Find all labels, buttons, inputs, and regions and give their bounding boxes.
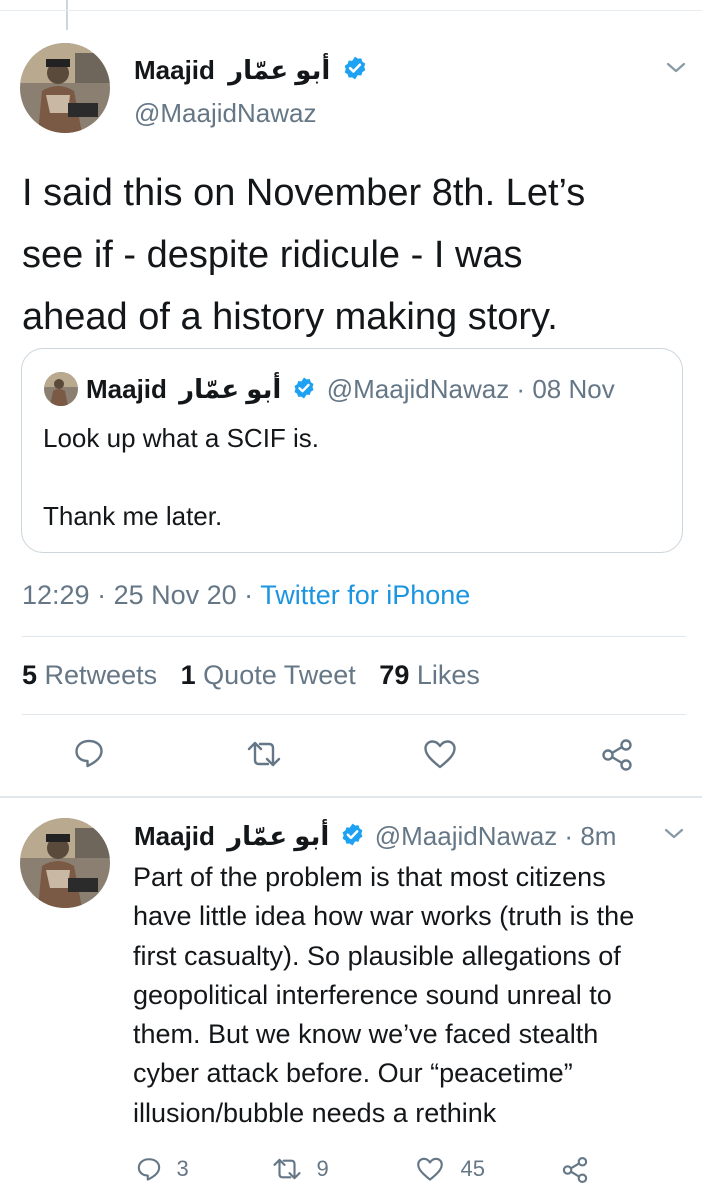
verified-badge-icon (340, 820, 365, 856)
likes-label: Likes (416, 660, 480, 690)
tweet-source-link[interactable]: Twitter for iPhone (260, 580, 470, 610)
reply-author-row[interactable]: Maajid أبو عمّار @MaajidNawaz · 8m (134, 818, 616, 856)
avatar[interactable] (20, 43, 110, 133)
verified-badge-icon (292, 374, 316, 408)
like-icon[interactable] (423, 738, 457, 770)
reply-action-like[interactable]: 45 (416, 1156, 485, 1186)
retweet-icon[interactable] (246, 740, 282, 768)
retweet-icon (272, 1157, 302, 1181)
retweets-count: 5 (22, 660, 38, 690)
reply-icon (136, 1156, 162, 1182)
retweets-stat[interactable]: 5 Retweets (22, 660, 165, 690)
reply-text-line: have little idea how war works (truth is… (133, 901, 635, 932)
tweet-text-line: see if - despite ridicule - I was (22, 234, 523, 276)
reply-text-line: cyber attack before. Our “peacetime” (133, 1058, 573, 1089)
reply-text-line: illusion/bubble needs a rethink (133, 1097, 497, 1128)
divider (22, 636, 686, 637)
reply-text: Part of the problem is that most citizen… (133, 858, 634, 1133)
quoted-author-row: Maajid أبو عمّار @MaajidNawaz · 08 Nov (86, 372, 615, 408)
tweet-text: I said this on November 8th. Let’s see i… (22, 162, 585, 348)
author-name: Maajid (134, 55, 215, 85)
like-count: 45 (460, 1156, 485, 1181)
likes-stat[interactable]: 79 Likes (379, 660, 480, 690)
section-divider (0, 796, 702, 798)
quoted-avatar (44, 372, 78, 406)
chevron-down-icon[interactable] (664, 58, 688, 78)
quoted-author-name-arabic: أبو عمّار (179, 374, 282, 404)
like-icon (416, 1156, 444, 1182)
share-icon[interactable] (600, 738, 634, 772)
verified-badge-icon (342, 54, 368, 90)
quote-tweets-stat[interactable]: 1 Quote Tweet (181, 660, 364, 690)
quote-tweets-label: Quote Tweet (203, 660, 356, 690)
reply-action-retweet[interactable]: 9 (272, 1156, 329, 1186)
reply-text-line: first casualty). So plausible allegation… (133, 940, 621, 971)
author-handle[interactable]: @MaajidNawaz (134, 96, 316, 130)
reply-text-line: Part of the problem is that most citizen… (133, 862, 606, 892)
retweets-label: Retweets (44, 660, 158, 690)
likes-count: 79 (379, 660, 410, 690)
tweet-text-line: I said this on November 8th. Let’s (22, 172, 586, 214)
reply-text-line: geopolitical interference sound unreal t… (133, 979, 612, 1010)
share-icon[interactable] (561, 1156, 589, 1184)
quoted-text-line: Thank me later. (43, 501, 223, 531)
tweet-date: · 25 Nov 20 · (97, 580, 254, 610)
top-divider (0, 10, 702, 11)
tweet-text-line: ahead of a history making story. (22, 296, 558, 338)
quoted-author-name: Maajid (86, 374, 167, 404)
reply-author-name-arabic: أبو عمّار (227, 821, 330, 851)
reply-count: 3 (176, 1156, 189, 1181)
quote-tweets-count: 1 (180, 660, 196, 690)
reply-action-reply[interactable]: 3 (136, 1156, 189, 1186)
quoted-handle-time: @MaajidNawaz · 08 Nov (326, 374, 615, 404)
reply-handle-time: @MaajidNawaz · 8m (374, 821, 617, 851)
chevron-down-icon[interactable] (662, 824, 686, 844)
quoted-text-line: Look up what a SCIF is. (43, 423, 320, 453)
reply-author-name: Maajid (134, 821, 215, 851)
tweet-timestamp-row: 12:29 · 25 Nov 20 · Twitter for iPhone (22, 577, 470, 613)
reply-icon[interactable] (73, 737, 105, 769)
reply-text-line: them. But we know we’ve faced stealth (133, 1019, 599, 1050)
retweet-count: 9 (316, 1156, 329, 1181)
thread-connector-line (66, 0, 68, 30)
divider (22, 714, 686, 715)
tweet-time[interactable]: 12:29 (22, 580, 90, 610)
tweet-stats-row: 5 Retweets 1 Quote Tweet 79 Likes (22, 657, 480, 693)
reply-avatar[interactable] (20, 818, 110, 908)
author-name-arabic: أبو عمّار (228, 55, 331, 85)
tweet-author-row[interactable]: Maajid أبو عمّار (134, 52, 368, 88)
